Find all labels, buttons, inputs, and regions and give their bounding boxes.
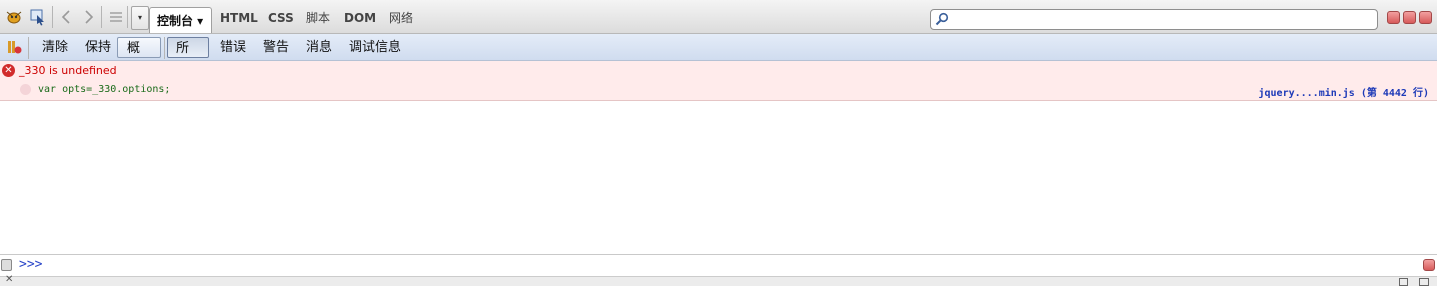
status-open-icon[interactable]	[1399, 278, 1408, 286]
status-bar: ✕	[0, 274, 1437, 286]
firebug-toolbar: ▾ 控制台 ▾ HTML CSS 脚本 DOM 网络	[0, 0, 1437, 34]
firebug-bug-icon[interactable]	[4, 7, 24, 27]
persist-button[interactable]: 保持	[81, 37, 115, 58]
toolbar-separator	[101, 6, 102, 28]
command-editor-icon[interactable]	[1, 259, 12, 271]
filter-all-button[interactable]: 所有	[167, 37, 209, 77]
error-message[interactable]: _330 is undefined	[19, 64, 117, 77]
back-arrow-icon[interactable]	[56, 7, 76, 27]
status-window-icon[interactable]	[1419, 278, 1429, 286]
toolbar-separator	[52, 6, 53, 28]
tab-css[interactable]: CSS	[268, 8, 294, 28]
command-input[interactable]	[48, 257, 1412, 276]
filter-errors-button[interactable]: 错误	[216, 37, 250, 58]
tab-html[interactable]: HTML	[220, 8, 258, 28]
toolbar-separator	[127, 6, 128, 28]
filter-debug-button[interactable]: 调试信息	[345, 37, 405, 58]
error-icon: ✕	[2, 64, 15, 77]
tab-net[interactable]: 网络	[389, 8, 413, 28]
list-menu-icon[interactable]	[106, 7, 126, 27]
error-file-link[interactable]: jquery....min.js (第 4442 行)	[1258, 84, 1429, 99]
console-error-entry[interactable]: ✕ _330 is undefined var opts=_330.option…	[0, 61, 1437, 101]
command-prompt: >>>	[19, 257, 43, 272]
toolbar-separator	[164, 37, 165, 59]
console-filter-bar: 清除 保持 概况 所有 错误 警告 消息 调试信息	[0, 34, 1437, 77]
error-source-line: var opts=_330.options;	[38, 84, 171, 95]
close-button[interactable]	[1419, 11, 1432, 24]
inspect-element-icon[interactable]	[28, 7, 48, 27]
break-on-errors-icon[interactable]	[4, 37, 24, 57]
filter-info-button[interactable]: 消息	[302, 37, 336, 58]
search-input[interactable]	[951, 11, 1375, 30]
profile-button[interactable]: 概况	[117, 37, 161, 77]
breakpoint-toggle-icon[interactable]	[20, 84, 31, 95]
forward-arrow-icon[interactable]	[79, 7, 99, 27]
expand-command-button[interactable]	[1423, 259, 1435, 271]
status-close-icon[interactable]: ✕	[5, 274, 13, 285]
clear-button[interactable]: 清除	[38, 37, 72, 58]
tab-script[interactable]: 脚本	[306, 8, 330, 28]
command-line: >>>	[0, 254, 1437, 276]
minimize-button[interactable]	[1387, 11, 1400, 24]
search-box	[930, 9, 1378, 30]
filter-warnings-button[interactable]: 警告	[259, 37, 293, 58]
toolbar-separator	[28, 37, 29, 59]
detach-window-button[interactable]	[1403, 11, 1416, 24]
tab-dom[interactable]: DOM	[344, 8, 376, 28]
tab-console[interactable]: 控制台 ▾	[149, 7, 212, 33]
search-icon	[935, 12, 949, 29]
panel-menu-dropdown-button[interactable]: ▾	[131, 6, 149, 30]
